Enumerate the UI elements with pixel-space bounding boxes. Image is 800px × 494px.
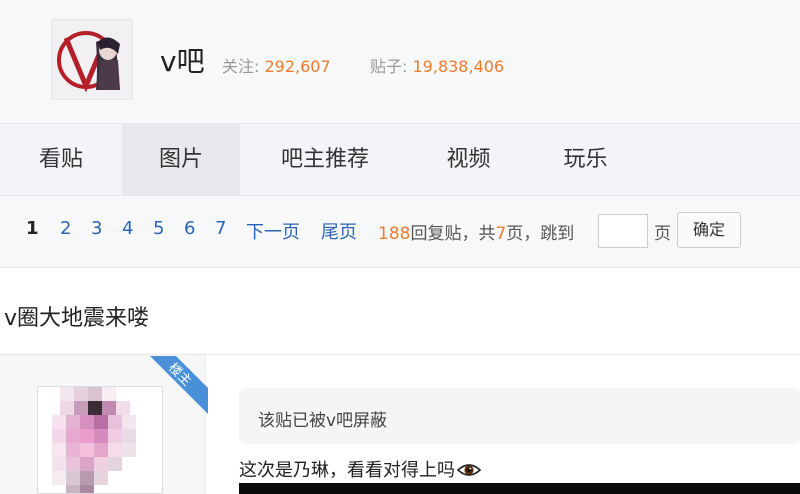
jump-label: 页，跳到 [506,224,575,244]
follow-count: 292,607 [264,57,331,76]
eye-icon [456,461,482,484]
last-page-link[interactable]: 尾页 [321,218,357,244]
page-link[interactable]: 3 [91,218,102,239]
tab-fun[interactable]: 玩乐 [527,124,644,195]
posts-stat: 贴子: 19,838,406 [370,53,504,77]
page-current: 1 [26,218,39,239]
page-link[interactable]: 7 [215,218,226,239]
tab-images[interactable]: 图片 [122,124,240,195]
goto-page-input[interactable] [598,214,648,248]
page-link[interactable]: 4 [122,218,133,239]
nav-bar: 看贴 图片 吧主推荐 视频 玩乐 [0,124,800,196]
page-link[interactable]: 6 [184,218,195,239]
page-link[interactable]: 2 [60,218,71,239]
page-unit-label: 页 [654,224,671,244]
confirm-button[interactable]: 确定 [677,212,741,248]
avatar[interactable] [37,386,163,494]
forum-header: v吧 关注: 292,607 贴子: 19,838,406 [0,0,800,124]
reply-summary: 188回复贴，共7页，跳到 [378,219,574,244]
reply-text: 回复贴，共 [410,224,496,244]
post-content: 这次是乃琳，看看对得上吗 [239,456,482,484]
tab-recommended[interactable]: 吧主推荐 [240,124,410,195]
tab-videos[interactable]: 视频 [410,124,527,195]
forum-name[interactable]: v吧 [160,40,205,80]
tab-view-posts[interactable]: 看贴 [0,124,122,195]
posts-count: 19,838,406 [412,57,505,76]
post-content-text: 这次是乃琳，看看对得上吗 [239,460,455,481]
blocked-notice-text: 该贴已被v吧屏蔽 [258,411,388,431]
follow-label: 关注: [222,57,260,76]
forum-logo-icon[interactable] [51,19,133,100]
follow-stat: 关注: 292,607 [222,53,331,77]
post-image[interactable] [239,483,800,494]
reply-count: 188 [378,224,411,244]
page-link[interactable]: 5 [153,218,164,239]
total-pages: 7 [495,224,507,244]
posts-label: 贴子: [370,57,408,76]
thread-title: v圈大地震来喽 [4,306,150,331]
next-page-link[interactable]: 下一页 [246,218,300,244]
pagination-bar: 1 2 3 4 5 6 7 下一页 尾页 188回复贴，共7页，跳到 页 确定 [0,196,800,268]
